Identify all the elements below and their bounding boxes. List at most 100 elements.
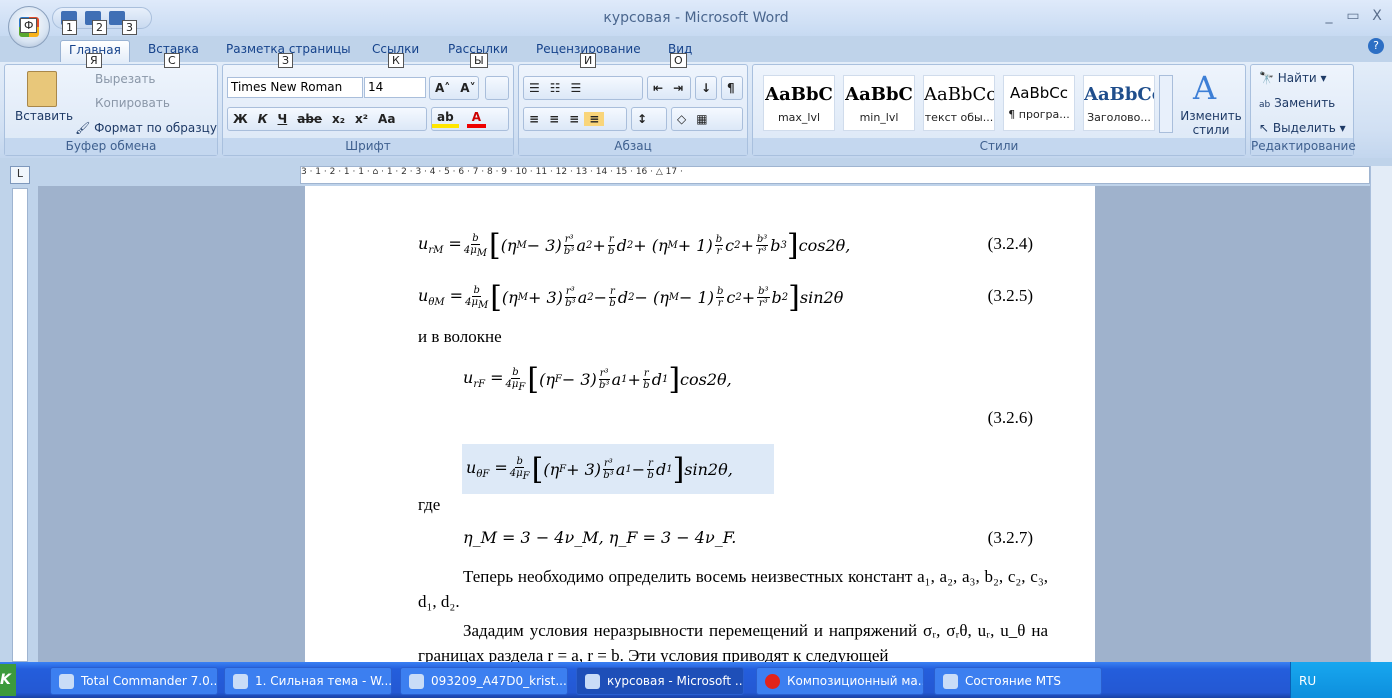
font-color-icon[interactable]: A <box>466 110 486 128</box>
sort-icon[interactable]: ↓ <box>695 76 717 100</box>
taskbar-item-opera[interactable]: Композиционный ма... <box>756 667 924 695</box>
font-grow-shrink: A˄ A˅ <box>429 76 479 100</box>
vertical-scrollbar[interactable] <box>1370 166 1392 662</box>
clear-format-icon[interactable] <box>485 76 509 100</box>
window-title: курсовая - Microsoft Word <box>603 10 789 26</box>
app-icon <box>943 674 958 689</box>
grow-font-button[interactable]: A˄ <box>430 81 455 95</box>
task-label: Композиционный ма... <box>787 674 924 688</box>
fraction: rb <box>609 286 616 309</box>
bullets-icon[interactable]: ☰ <box>524 81 545 95</box>
fraction: b³ r³ <box>755 234 769 257</box>
strikethrough-button[interactable]: abe <box>292 112 327 126</box>
word-icon <box>585 674 600 689</box>
equation-thetaF: uθF = b 4μF[(η F + 3) r³ b³ a 1 − r b d 1] sin2θ, <box>462 444 774 494</box>
app-icon <box>59 674 74 689</box>
task-label: курсовая - Microsoft ... <box>607 674 744 688</box>
style-min-lvl[interactable]: AaBbC min_lvl <box>843 75 915 131</box>
equation-number: (3.2.5) <box>987 286 1033 305</box>
group-label: Буфер обмена <box>5 138 217 155</box>
horizontal-ruler[interactable]: 3 · 1 · 2 · 1 · 1 · ⌂ · 1 · 2 · 3 · 4 · … <box>300 166 1370 184</box>
equation-3-2-4: urM = b 4μM[(η M − 3) r³ b³ a 2 + rbd2 + (η M +… <box>418 228 851 263</box>
fraction: r³ b³ <box>563 234 575 257</box>
title-bar: курсовая - Microsoft Word _ ▭ X <box>0 0 1392 36</box>
style-max-lvl[interactable]: AaBbC max_lvl <box>763 75 835 131</box>
keytip: Ы <box>470 53 488 68</box>
task-label: 093209_A47D0_krist... <box>431 674 567 688</box>
highlight-icon[interactable]: ab <box>432 110 459 128</box>
keytip: Я <box>86 53 102 68</box>
cut-button[interactable]: Вырезать <box>95 72 156 86</box>
style-program[interactable]: AaBbCc ¶ програ... <box>1003 75 1075 131</box>
style-heading[interactable]: AaBbCcЗаголово... <box>1083 75 1155 131</box>
keytip: О <box>670 53 687 68</box>
app-icon <box>409 674 424 689</box>
ribbon-tabs: Главная Вставка Разметка страницы Ссылки… <box>0 36 1392 62</box>
fraction: b 4μM <box>463 232 487 259</box>
help-icon[interactable]: ? <box>1368 38 1384 54</box>
paste-icon[interactable] <box>27 71 57 107</box>
multilevel-list-icon[interactable]: ☰ <box>566 81 587 95</box>
increase-indent-icon[interactable]: ⇥ <box>668 81 688 95</box>
align-center-icon[interactable]: ≡ <box>544 112 564 126</box>
shrink-font-button[interactable]: A˅ <box>455 81 480 95</box>
close-button[interactable]: X <box>1366 8 1388 26</box>
borders-icon[interactable]: ▦ <box>691 112 712 126</box>
underline-button[interactable]: Ч <box>273 112 293 126</box>
subscript-button[interactable]: x₂ <box>327 112 350 126</box>
paragraph-text: где <box>418 495 441 514</box>
justify-icon[interactable]: ≡ <box>584 112 605 126</box>
keytip: З <box>278 53 294 68</box>
paste-button[interactable]: Вставить <box>15 109 73 123</box>
vertical-ruler[interactable] <box>12 188 28 662</box>
taskbar-item-word[interactable]: курсовая - Microsoft ... <box>576 667 744 695</box>
styles-scrollbar[interactable] <box>1159 75 1173 133</box>
group-label: Абзац <box>519 138 747 155</box>
equation-number: (3.2.7) <box>987 528 1033 547</box>
language-indicator[interactable]: RU <box>1299 674 1316 688</box>
equation-rF: urF = b 4μF[(η F − 3) r³ b³ a 1 + r b d 1] cos2θ, <box>463 362 732 397</box>
keytip: И <box>580 53 597 68</box>
shading-icon[interactable]: ◇ <box>672 112 691 126</box>
align-buttons: ≡ ≡ ≡ ≡ <box>523 107 627 131</box>
bold-button[interactable]: Ж <box>228 112 253 126</box>
taskbar-item-total-commander[interactable]: Total Commander 7.0... <box>50 667 218 695</box>
task-label: Состояние MTS <box>965 674 1062 688</box>
align-right-icon[interactable]: ≡ <box>564 112 584 126</box>
taskbar-item-strong-theme[interactable]: 1. Сильная тема - W... <box>224 667 392 695</box>
align-left-icon[interactable]: ≡ <box>524 112 544 126</box>
taskbar-item-image[interactable]: 093209_A47D0_krist... <box>400 667 568 695</box>
select-button[interactable]: ↖ Выделить ▾ <box>1259 121 1346 135</box>
line-spacing-icon[interactable]: ↕ <box>631 107 667 131</box>
change-case-button[interactable]: Aa <box>373 112 400 126</box>
task-label: Total Commander 7.0... <box>81 674 218 688</box>
start-button[interactable]: K <box>0 664 16 696</box>
change-styles-button[interactable]: Изменить стили <box>1179 109 1243 137</box>
fraction: b 4μM <box>465 284 489 311</box>
indent-buttons: ⇤ ⇥ <box>647 76 691 100</box>
find-button[interactable]: 🔭 Найти ▾ <box>1259 71 1327 85</box>
format-painter-button[interactable]: 🖌 Формат по образцу <box>75 121 217 135</box>
font-size-select[interactable]: 14 <box>364 77 426 98</box>
decrease-indent-icon[interactable]: ⇤ <box>648 81 668 95</box>
replace-button[interactable]: ab Заменить <box>1259 96 1335 110</box>
superscript-button[interactable]: x² <box>350 112 373 126</box>
font-name-select[interactable]: Times New Roman <box>227 77 363 98</box>
replace-icon: ab <box>1259 100 1271 110</box>
maximize-button[interactable]: ▭ <box>1342 8 1364 26</box>
replace-label: Заменить <box>1274 96 1336 110</box>
document-page[interactable]: urM = b 4μM[(η M − 3) r³ b³ a 2 + rbd2 + (η M +… <box>305 186 1095 662</box>
fraction: r³ b³ <box>603 457 614 481</box>
color-buttons: ab A <box>431 107 509 131</box>
paragraph-text: и в волокне <box>418 327 502 346</box>
equation-lhs: uθF = <box>466 457 508 481</box>
copy-button[interactable]: Копировать <box>95 96 170 110</box>
numbering-icon[interactable]: ☷ <box>545 81 566 95</box>
style-text-normal[interactable]: AaBbCc текст обы... <box>923 75 995 131</box>
show-marks-icon[interactable]: ¶ <box>721 76 743 100</box>
tab-stop-selector[interactable]: L <box>10 166 30 184</box>
select-label: Выделить <box>1272 121 1336 135</box>
italic-button[interactable]: К <box>253 112 273 126</box>
taskbar-item-mts[interactable]: Состояние MTS <box>934 667 1102 695</box>
minimize-button[interactable]: _ <box>1318 8 1340 26</box>
